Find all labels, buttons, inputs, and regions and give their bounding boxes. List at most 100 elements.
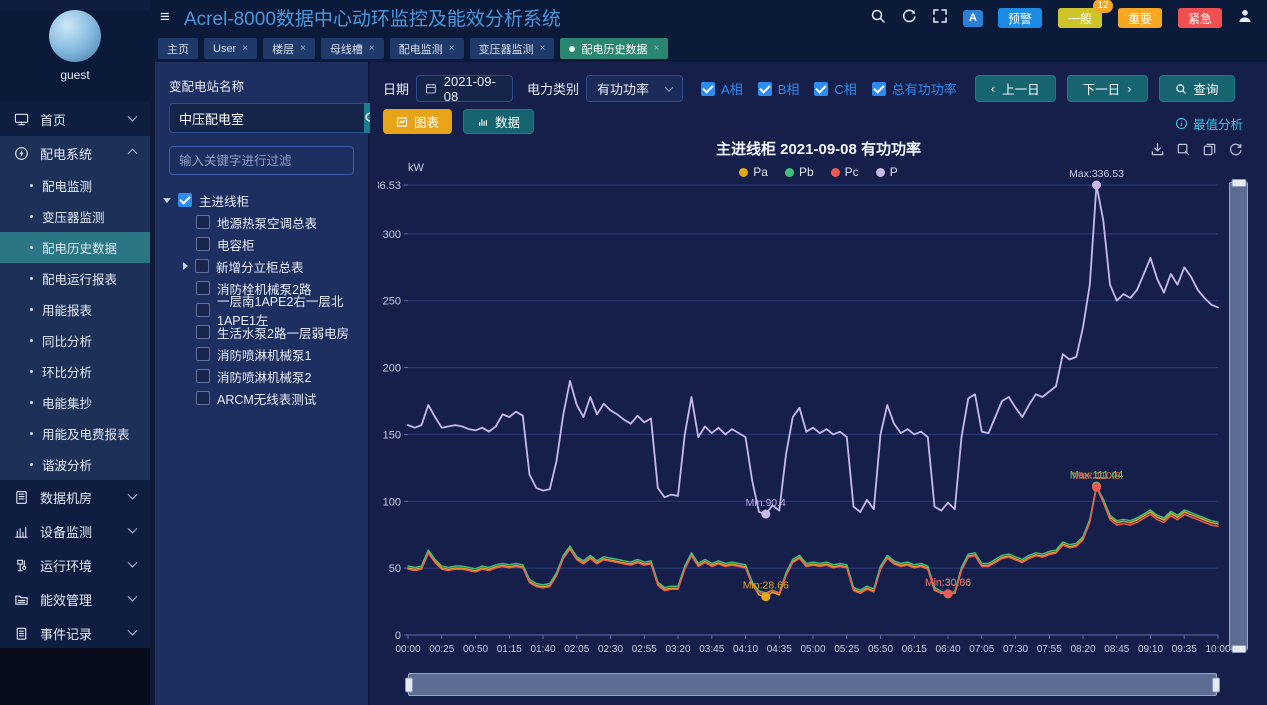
tree-node-ARCM无线表测试[interactable]: ARCM无线表测试 [163, 387, 360, 409]
sidebar-item-数据机房[interactable]: 数据机房 [0, 480, 150, 514]
menu-toggle-icon[interactable]: ≡ [160, 7, 170, 27]
tree-node-label: 消防喷淋机械泵1 [217, 345, 311, 364]
v-datazoom-slider[interactable] [1229, 182, 1248, 650]
sidebar-subitem-用能报表[interactable]: 用能报表 [0, 294, 150, 325]
sidebar-subitem-谐波分析[interactable]: 谐波分析 [0, 449, 150, 480]
checkbox-checked[interactable] [872, 82, 886, 96]
refresh-icon[interactable] [901, 8, 917, 29]
alarm-button-重要[interactable]: 重要 [1118, 8, 1162, 28]
checkbox-unchecked[interactable] [196, 281, 210, 295]
svg-text:02:30: 02:30 [598, 644, 623, 655]
chevron-down-icon [665, 83, 673, 91]
next-day-button[interactable]: 下一日› [1067, 75, 1148, 102]
svg-text:200: 200 [383, 363, 401, 375]
date-picker[interactable]: 2021-09-08 [416, 75, 513, 102]
phase-checkbox-B相[interactable]: B相 [758, 79, 800, 98]
phase-checkbox-总有功功率[interactable]: 总有功功率 [872, 79, 957, 98]
fullscreen-icon[interactable] [932, 8, 948, 29]
restore-icon[interactable] [1202, 142, 1217, 157]
alarm-button-一般[interactable]: 一般12 [1058, 8, 1102, 28]
search-icon[interactable] [870, 8, 886, 29]
tab-楼层[interactable]: 楼层× [263, 38, 315, 59]
avatar[interactable] [49, 10, 101, 62]
tab-配电历史数据[interactable]: 配电历史数据× [560, 38, 668, 59]
tree-filter-input[interactable] [169, 146, 354, 175]
sidebar-item-配电系统[interactable]: 配电系统 [0, 136, 150, 170]
tab-close-icon[interactable]: × [540, 43, 546, 54]
chevron-down-icon [128, 523, 138, 533]
tree-node-电容柜[interactable]: 电容柜 [163, 233, 360, 255]
sidebar-item-首页[interactable]: 首页 [0, 102, 150, 136]
sidebar-subitem-电能集抄[interactable]: 电能集抄 [0, 387, 150, 418]
sidebar-subitem-变压器监测[interactable]: 变压器监测 [0, 201, 150, 232]
power-type-select[interactable]: 有功功率 [586, 75, 683, 102]
v-datazoom-handle-top[interactable] [1231, 179, 1246, 187]
sidebar-item-设备监测[interactable]: 设备监测 [0, 514, 150, 548]
h-datazoom-handle-left[interactable] [405, 677, 413, 692]
checkbox-unchecked[interactable] [196, 347, 210, 361]
checkbox-unchecked[interactable] [195, 259, 209, 273]
sidebar-subitem-环比分析[interactable]: 环比分析 [0, 356, 150, 387]
tree-node-生活水泵2路一层弱电房[interactable]: 生活水泵2路一层弱电房 [163, 321, 360, 343]
checkbox-unchecked[interactable] [196, 391, 210, 405]
max-analysis-link[interactable]: 最值分析 [1175, 114, 1243, 133]
translate-icon[interactable]: A [963, 10, 983, 27]
tree-node-消防喷淋机械泵1[interactable]: 消防喷淋机械泵1 [163, 343, 360, 365]
phase-checkbox-A相[interactable]: A相 [701, 79, 743, 98]
tree-node-主进线柜[interactable]: 主进线柜 [163, 189, 360, 211]
tab-变压器监测[interactable]: 变压器监测× [470, 38, 555, 59]
chart-toolbox [1150, 142, 1243, 157]
checkbox-unchecked[interactable] [196, 369, 210, 383]
tab-主页[interactable]: 主页 [158, 38, 198, 59]
prev-day-button[interactable]: ‹上一日 [975, 75, 1056, 102]
tab-母线槽[interactable]: 母线槽× [321, 38, 384, 59]
phase-checkbox-C相[interactable]: C相 [814, 79, 856, 98]
sidebar-item-运行环境[interactable]: 运行环境 [0, 548, 150, 582]
v-datazoom-handle-bottom[interactable] [1231, 645, 1246, 653]
sidebar-item-能效管理[interactable]: 能效管理 [0, 582, 150, 616]
tab-配电监测[interactable]: 配电监测× [390, 38, 464, 59]
checkbox-checked[interactable] [701, 82, 715, 96]
alarm-button-紧急[interactable]: 紧急 [1178, 8, 1222, 28]
save-image-icon[interactable] [1150, 142, 1165, 157]
checkbox-unchecked[interactable] [196, 325, 210, 339]
tab-close-icon[interactable]: × [653, 43, 659, 54]
sidebar-subitem-配电监测[interactable]: 配电监测 [0, 170, 150, 201]
checkbox-unchecked[interactable] [196, 215, 210, 229]
caret-right-icon[interactable] [183, 262, 188, 270]
sidebar-item-label: 配电系统 [40, 144, 92, 163]
checkbox-checked[interactable] [758, 82, 772, 96]
sidebar-subitem-配电运行报表[interactable]: 配电运行报表 [0, 263, 150, 294]
tree-node-label: 地源热泵空调总表 [217, 213, 317, 232]
alarm-button-预警[interactable]: 预警 [998, 8, 1042, 28]
line-chart[interactable]: 050100150200250300336.5300:0000:2500:500… [378, 158, 1259, 670]
refresh-icon[interactable] [1228, 142, 1243, 157]
chart-view-button[interactable]: 图表 [383, 109, 452, 134]
sidebar-subitem-用能及电费报表[interactable]: 用能及电费报表 [0, 418, 150, 449]
tab-User[interactable]: User× [204, 38, 257, 59]
tab-close-icon[interactable]: × [369, 43, 375, 54]
tab-close-icon[interactable]: × [242, 43, 248, 54]
tab-close-icon[interactable]: × [449, 43, 455, 54]
checkbox-unchecked[interactable] [196, 237, 210, 251]
sidebar-subitem-配电历史数据[interactable]: 配电历史数据 [0, 232, 150, 263]
zoom-select-icon[interactable] [1176, 142, 1191, 157]
svg-text:03:20: 03:20 [665, 644, 690, 655]
tree-node-消防喷淋机械泵2[interactable]: 消防喷淋机械泵2 [163, 365, 360, 387]
sidebar-subitem-同比分析[interactable]: 同比分析 [0, 325, 150, 356]
checkbox-unchecked[interactable] [196, 303, 210, 317]
tree-node-地源热泵空调总表[interactable]: 地源热泵空调总表 [163, 211, 360, 233]
tree-node-一层南1APE2右一层北1APE1左[interactable]: 一层南1APE2右一层北1APE1左 [163, 299, 360, 321]
station-input[interactable] [169, 103, 364, 133]
checkbox-checked[interactable] [814, 82, 828, 96]
query-button[interactable]: 查询 [1159, 75, 1235, 102]
h-datazoom-slider[interactable] [408, 673, 1217, 696]
checkbox-checked[interactable] [178, 193, 192, 207]
tab-close-icon[interactable]: × [300, 43, 306, 54]
h-datazoom-handle-right[interactable] [1212, 677, 1220, 692]
caret-down-icon[interactable] [163, 198, 171, 203]
sidebar-item-事件记录[interactable]: 事件记录 [0, 616, 150, 650]
user-icon[interactable] [1237, 8, 1253, 29]
data-view-button[interactable]: 数据 [463, 109, 534, 134]
tree-node-新增分立柜总表[interactable]: 新增分立柜总表 [163, 255, 360, 277]
